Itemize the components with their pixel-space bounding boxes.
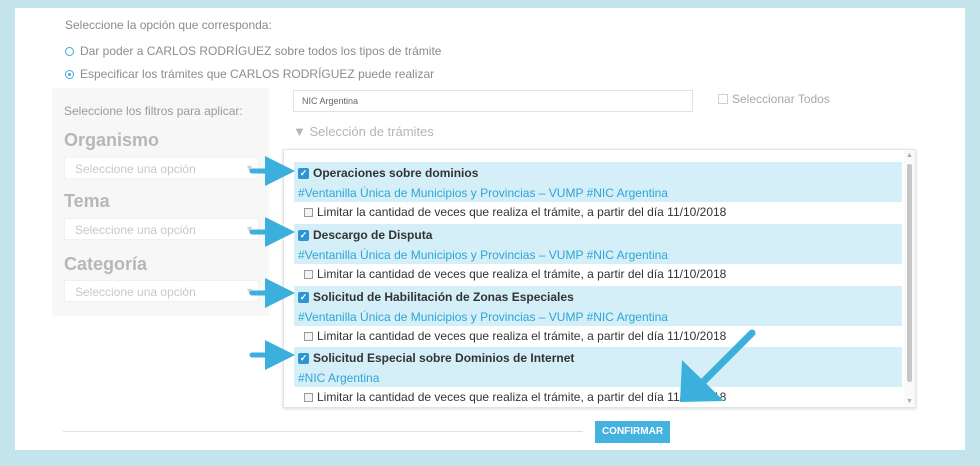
arrow-down-left-icon [680,329,756,402]
annotation-arrows [249,156,756,402]
